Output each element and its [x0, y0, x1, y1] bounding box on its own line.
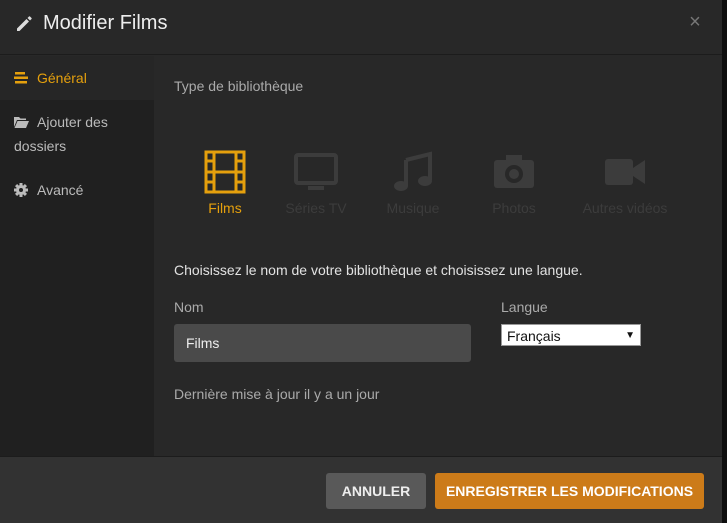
sidebar-item-advanced[interactable]: Avancé	[0, 178, 154, 202]
dropdown-arrow-icon: ▼	[625, 330, 635, 341]
type-music[interactable]: Musique	[368, 150, 458, 216]
type-label: Séries TV	[285, 200, 347, 216]
gear-icon	[14, 183, 28, 197]
music-icon	[394, 151, 432, 191]
type-label: Films	[208, 200, 242, 216]
last-update-text: Dernière mise à jour il y a un jour	[174, 386, 380, 402]
library-type-label: Type de bibliothèque	[174, 78, 304, 94]
edit-library-modal: Modifier Films × Général Ajouter des dos…	[0, 0, 722, 523]
type-label: Musique	[386, 200, 440, 216]
name-label: Nom	[174, 299, 204, 315]
background-edge	[722, 0, 727, 523]
main-content: Type de bibliothèque Films Séries TV Mus…	[154, 56, 722, 456]
camera-icon	[494, 155, 534, 188]
type-label: Photos	[492, 200, 536, 216]
type-photos[interactable]: Photos	[469, 150, 559, 216]
sidebar-item-label: Ajouter des dossiers	[14, 114, 108, 154]
name-language-prompt: Choisissez le nom de votre bibliothèque …	[174, 262, 583, 278]
modal-header: Modifier Films ×	[0, 0, 722, 55]
modal-title: Modifier Films	[43, 12, 168, 34]
type-label: Autres vidéos	[582, 200, 668, 216]
save-changes-button[interactable]: ENREGISTRER LES MODIFICATIONS	[435, 473, 704, 509]
library-name-input[interactable]	[174, 324, 471, 362]
sidebar: Général Ajouter des dossiers Avancé	[0, 56, 154, 456]
modal-footer: ANNULER ENREGISTRER LES MODIFICATIONS	[0, 456, 722, 523]
pencil-icon	[17, 16, 32, 31]
close-icon[interactable]: ×	[688, 12, 702, 32]
type-tv-series[interactable]: Séries TV	[271, 150, 361, 216]
sidebar-item-label: Général	[37, 70, 87, 86]
video-camera-icon	[605, 159, 645, 185]
type-films[interactable]: Films	[180, 150, 270, 216]
type-other-videos[interactable]: Autres vidéos	[580, 150, 670, 216]
list-icon	[14, 72, 28, 84]
language-label: Langue	[501, 299, 548, 315]
film-icon	[204, 150, 246, 194]
sidebar-item-add-folders[interactable]: Ajouter des dossiers	[0, 110, 154, 158]
language-selected-value: Français	[507, 328, 561, 344]
sidebar-item-general[interactable]: Général	[0, 56, 154, 100]
tv-icon	[294, 153, 338, 190]
language-select[interactable]: Français ▼	[501, 324, 641, 346]
cancel-button[interactable]: ANNULER	[326, 473, 426, 509]
sidebar-item-label: Avancé	[37, 182, 84, 198]
